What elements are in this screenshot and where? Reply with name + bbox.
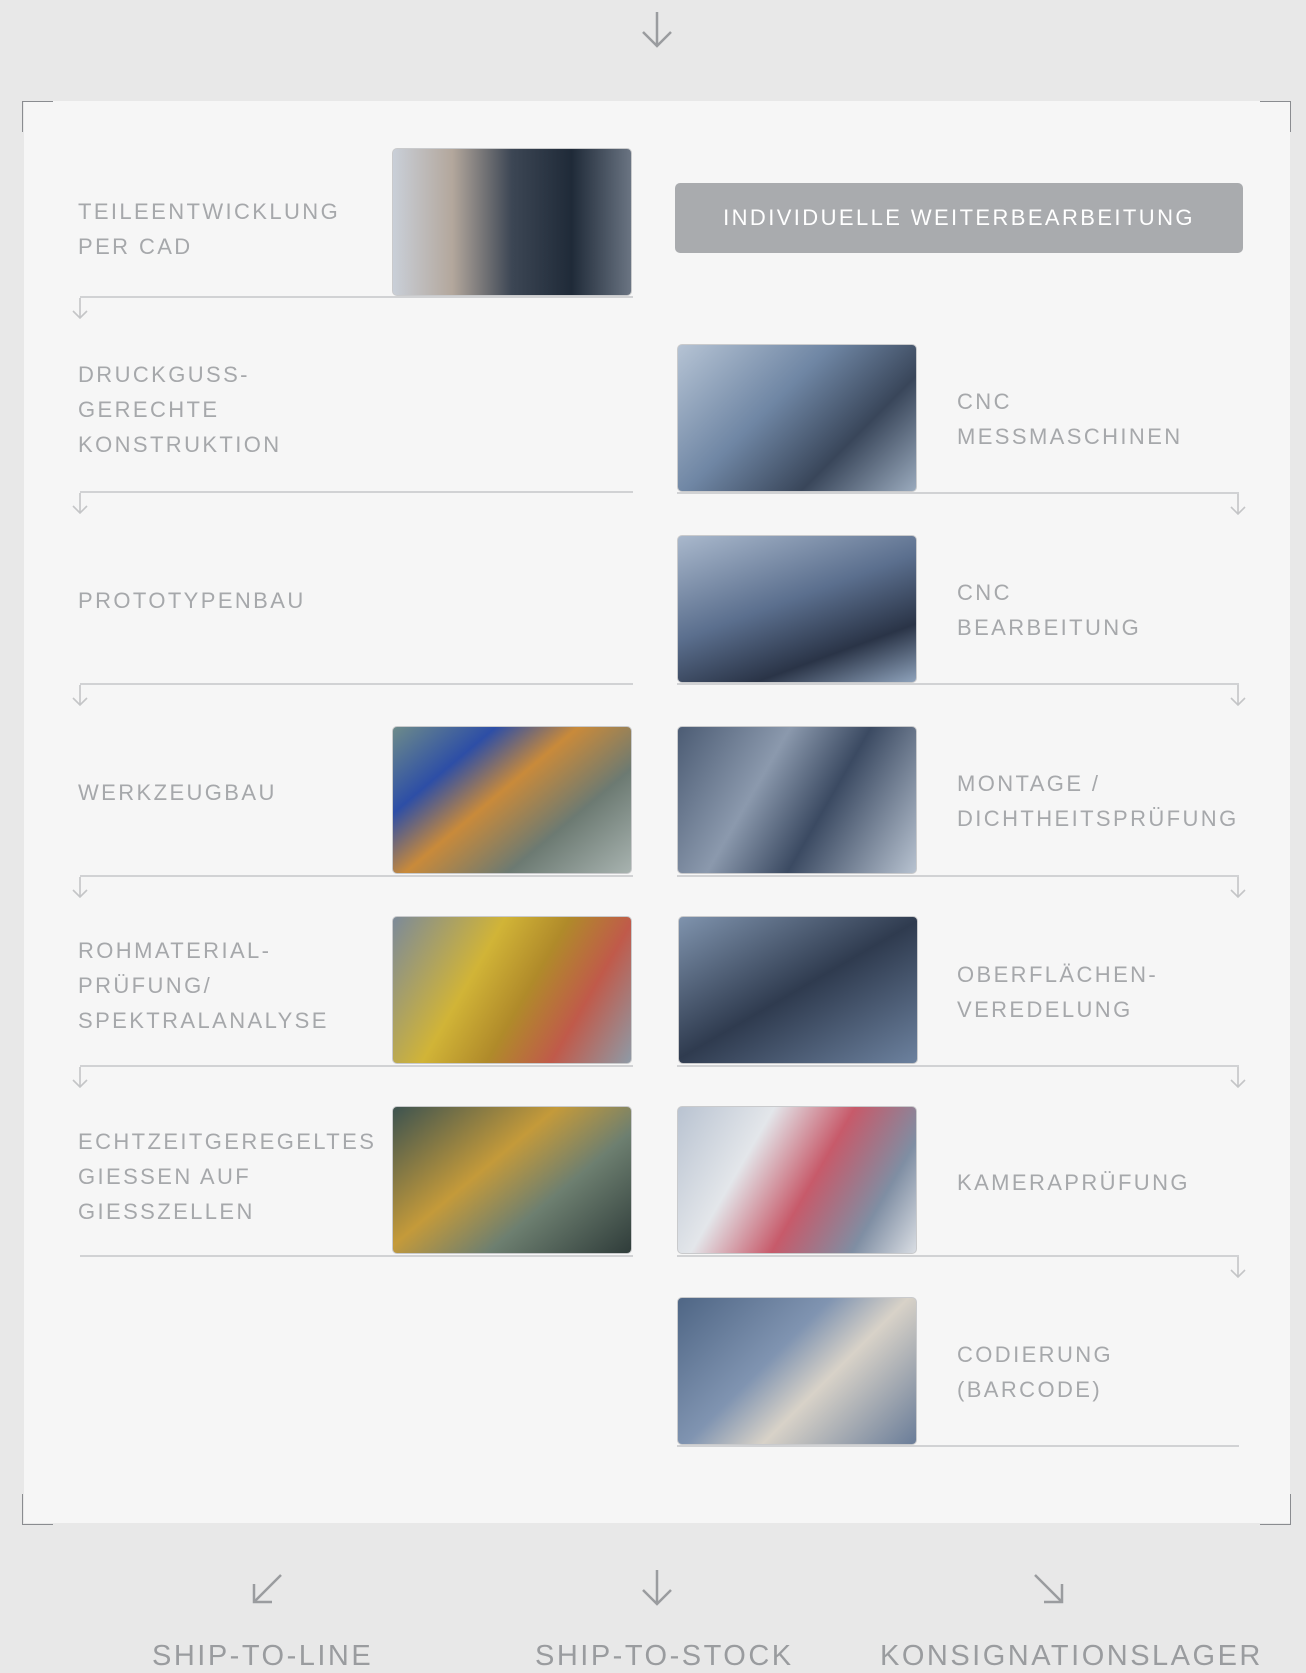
step-label-prototyping: PROTOTYPENBAU — [78, 587, 306, 613]
panel-corner-bottom-right — [1260, 1494, 1291, 1525]
arrow-down-icon — [72, 877, 88, 899]
step-label-cnc-machining: CNC BEARBEITUNG — [957, 580, 1142, 640]
step-divider — [80, 296, 633, 298]
panel-corner-top-right — [1260, 101, 1291, 132]
camera-inspection-photo — [677, 1106, 917, 1254]
output-ship-to-stock: SHIP-TO-STOCK — [535, 1640, 794, 1672]
raw-material-photo — [392, 916, 632, 1064]
cnc-measuring-photo — [677, 344, 917, 492]
step-label-cnc-measuring: CNC MESSMASCHINEN — [957, 389, 1183, 449]
assembly-photo — [677, 726, 917, 874]
step-divider — [677, 1445, 1239, 1447]
arrow-down-icon — [1230, 685, 1246, 707]
step-divider — [80, 683, 633, 685]
arrow-down-icon — [72, 1067, 88, 1089]
step-label-camera-inspection: KAMERAPRÜFUNG — [957, 1169, 1190, 1195]
step-divider — [677, 875, 1239, 877]
step-divider — [677, 492, 1239, 494]
arrow-down-icon — [72, 298, 88, 320]
cad-workstation-photo — [392, 148, 632, 296]
panel-corner-bottom-left — [22, 1494, 53, 1525]
step-label-toolmaking: WERKZEUGBAU — [78, 779, 277, 805]
step-divider — [677, 1065, 1239, 1067]
cnc-machining-photo — [677, 535, 917, 683]
panel-corner-top-left — [22, 101, 53, 132]
arrow-down-icon — [642, 1570, 672, 1606]
arrow-down-left-icon — [252, 1574, 282, 1604]
tooling-photo — [392, 726, 632, 874]
step-divider — [80, 1065, 633, 1067]
step-label-cad: TEILEENTWICKLUNG PER CAD — [78, 199, 341, 259]
step-divider — [80, 875, 633, 877]
arrow-down-icon — [72, 493, 88, 515]
step-label-surface-finishing: OBERFLÄCHEN- VEREDELUNG — [957, 962, 1159, 1022]
step-divider — [677, 1255, 1239, 1257]
step-label-barcode: CODIERUNG (BARCODE) — [957, 1342, 1114, 1402]
step-label-casting-cells: ECHTZEITGEREGELTES GIESSEN AUF GIESSZELL… — [78, 1128, 377, 1224]
arrow-down-icon — [1230, 1257, 1246, 1279]
output-ship-to-line: SHIP-TO-LINE — [152, 1640, 374, 1672]
arrow-down-icon — [642, 12, 672, 48]
surface-finishing-photo — [678, 916, 918, 1064]
arrow-down-icon — [1230, 1067, 1246, 1089]
step-label-casting-design: DRUCKGUSS- GERECHTE KONSTRUKTION — [78, 361, 282, 457]
output-consignment-stock: KONSIGNATIONSLAGER — [880, 1640, 1263, 1672]
step-divider — [677, 683, 1239, 685]
casting-cell-photo — [392, 1106, 632, 1254]
barcode-coding-photo — [677, 1297, 917, 1445]
step-label-raw-material: ROHMATERIAL- PRÜFUNG/ SPEKTRALANALYSE — [78, 937, 329, 1033]
arrow-down-icon — [1230, 877, 1246, 899]
step-label-assembly: MONTAGE / DICHTHEITSPRÜFUNG — [957, 771, 1239, 831]
arrow-down-icon — [1230, 494, 1246, 516]
step-divider — [80, 491, 633, 493]
step-divider — [80, 1255, 633, 1257]
arrow-down-right-icon — [1034, 1574, 1064, 1604]
header-individual-processing: INDIVIDUELLE WEITERBEARBEITUNG — [675, 183, 1243, 253]
arrow-down-icon — [72, 685, 88, 707]
